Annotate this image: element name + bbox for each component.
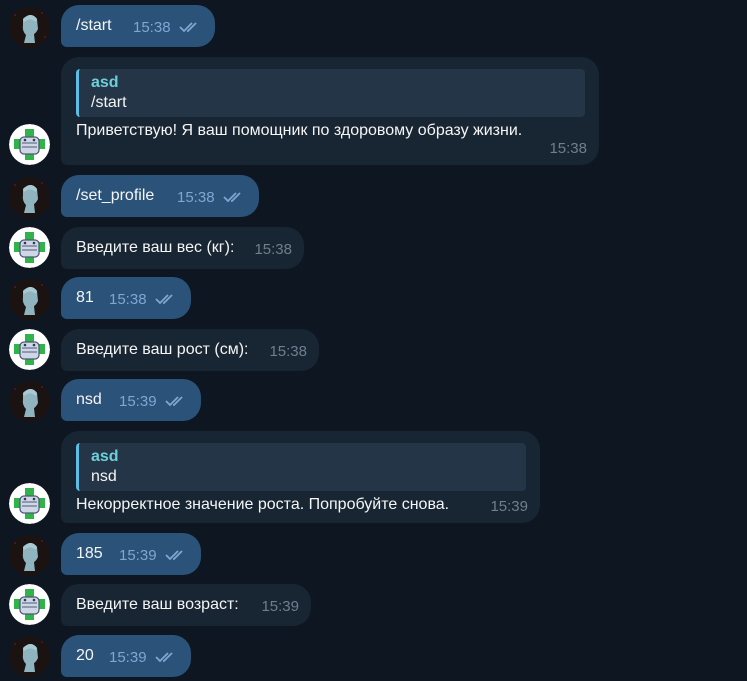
reply-quote[interactable]: asd /start: [76, 69, 585, 117]
reply-text: /start: [91, 94, 127, 111]
message-text: /set_profile: [76, 187, 155, 204]
outgoing-message[interactable]: 20 15:39: [61, 635, 191, 677]
user-avatar[interactable]: [9, 636, 50, 677]
message-text: Приветствую! Я ваш помощник по здоровому…: [76, 122, 523, 139]
reply-author: asd: [91, 74, 119, 91]
outgoing-message[interactable]: /start 15:38: [61, 5, 215, 47]
reply-text: nsd: [91, 468, 117, 485]
message-text: 185: [76, 545, 103, 562]
message-time: 15:38: [549, 140, 587, 157]
message-meta: 15:39: [119, 546, 187, 566]
outgoing-message[interactable]: nsd 15:39: [61, 379, 201, 421]
chat-history[interactable]: /start 15:38 asd /start Приветствую! Я в…: [0, 0, 747, 681]
double-check-icon: [178, 22, 197, 33]
reply-author: asd: [91, 448, 119, 465]
message-text: /start: [76, 17, 112, 34]
message-time: 15:39: [490, 498, 528, 515]
message-time: 15:39: [119, 547, 157, 564]
user-avatar[interactable]: [9, 177, 50, 218]
message-meta: 15:38: [133, 18, 201, 38]
statue-head-icon: [9, 381, 50, 422]
bot-avatar[interactable]: [9, 124, 50, 165]
message-meta: 15:38: [109, 290, 177, 310]
message-time: 15:39: [109, 649, 147, 666]
double-check-icon: [164, 550, 183, 561]
statue-head-icon: [9, 535, 50, 576]
bot-avatar[interactable]: [9, 227, 50, 268]
outgoing-message[interactable]: /set_profile 15:38: [61, 175, 259, 217]
statue-head-icon: [9, 7, 50, 48]
message-time: 15:39: [119, 393, 157, 410]
user-avatar[interactable]: [9, 7, 50, 48]
statue-head-icon: [9, 279, 50, 320]
message-time: 15:38: [254, 241, 292, 258]
message-meta: 15:39: [119, 392, 187, 412]
medical-mask-icon: [9, 227, 50, 268]
medical-mask-icon: [9, 483, 50, 524]
double-check-icon: [154, 652, 173, 663]
outgoing-message[interactable]: 185 15:39: [61, 533, 201, 575]
incoming-message[interactable]: asd /start Приветствую! Я ваш помощник п…: [61, 57, 599, 165]
message-text: Некорректное значение роста. Попробуйте …: [76, 496, 450, 513]
user-avatar[interactable]: [9, 381, 50, 422]
message-text: Введите ваш возраст:: [76, 596, 239, 613]
statue-head-icon: [9, 177, 50, 218]
statue-head-icon: [9, 636, 50, 677]
message-meta: 15:39: [109, 648, 177, 668]
user-avatar[interactable]: [9, 535, 50, 576]
message-time: 15:38: [269, 343, 307, 360]
message-text: 81: [76, 289, 94, 306]
incoming-message[interactable]: Введите ваш возраст: 15:39: [61, 584, 311, 626]
double-check-icon: [164, 396, 183, 407]
incoming-message[interactable]: Введите ваш вес (кг): 15:38: [61, 227, 304, 269]
message-meta: 15:38: [177, 188, 245, 208]
message-time: 15:38: [177, 189, 215, 206]
user-avatar[interactable]: [9, 279, 50, 320]
message-text: nsd: [76, 391, 102, 408]
message-time: 15:38: [133, 19, 171, 36]
bot-avatar[interactable]: [9, 483, 50, 524]
message-text: Введите ваш рост (см):: [76, 341, 249, 358]
outgoing-message[interactable]: 81 15:38: [61, 277, 191, 319]
medical-mask-icon: [9, 329, 50, 370]
incoming-message[interactable]: asd nsd Некорректное значение роста. Поп…: [61, 431, 540, 523]
medical-mask-icon: [9, 584, 50, 625]
message-text: Введите ваш вес (кг):: [76, 239, 235, 256]
bot-avatar[interactable]: [9, 584, 50, 625]
double-check-icon: [222, 192, 241, 203]
incoming-message[interactable]: Введите ваш рост (см): 15:38: [61, 329, 319, 371]
double-check-icon: [154, 294, 173, 305]
bot-avatar[interactable]: [9, 329, 50, 370]
message-time: 15:38: [109, 291, 147, 308]
message-text: 20: [76, 647, 94, 664]
reply-quote[interactable]: asd nsd: [76, 443, 526, 491]
medical-mask-icon: [9, 124, 50, 165]
message-time: 15:39: [261, 598, 299, 615]
